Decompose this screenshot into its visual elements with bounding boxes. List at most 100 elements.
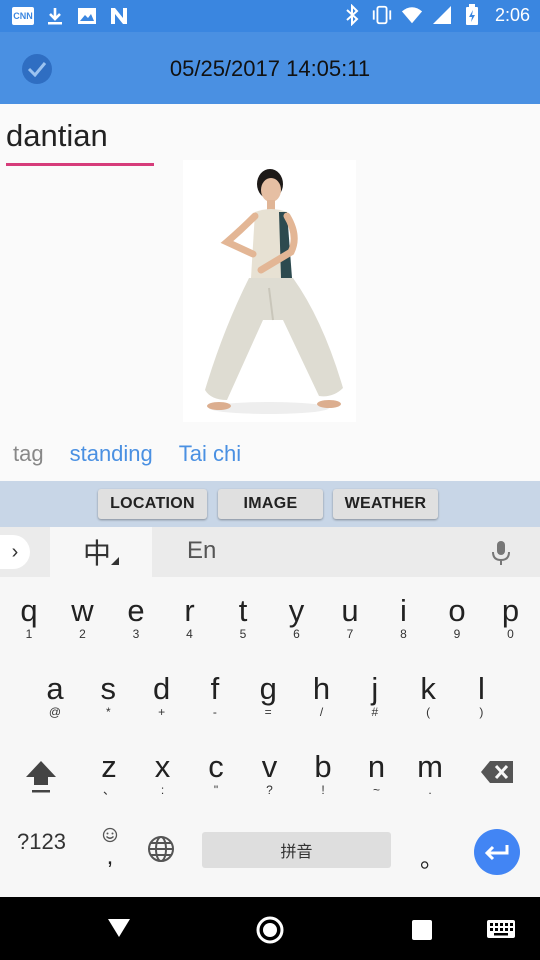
title-underline [6,163,154,166]
key-e[interactable]: e3 [110,595,162,642]
key-letter: m [417,749,443,784]
status-bar: CNN 2:06 [0,0,540,32]
microphone-icon[interactable] [490,539,512,572]
key-f[interactable]: f- [189,673,241,720]
action-bar: LOCATION IMAGE WEATHER [0,481,540,527]
key-r[interactable]: r4 [164,593,216,642]
key-p[interactable]: p0 [485,593,537,642]
key-b[interactable]: b! [297,749,349,798]
key-letter: r [184,593,195,628]
key-d[interactable]: d + [136,673,188,720]
key-q[interactable]: q1 [3,593,55,642]
key-secondary: ! [321,783,325,797]
key-secondary: 9 [453,627,461,641]
key-letter: g [259,671,277,706]
symbols-key[interactable]: ?123 [17,829,66,855]
keyboard-switch-icon[interactable] [486,919,516,944]
key-secondary: 6 [293,627,300,641]
tag-tai-chi[interactable]: Tai chi [179,441,241,467]
bluetooth-icon [341,4,363,26]
tag-standing[interactable]: standing [70,441,153,467]
key-z[interactable]: z、 [83,749,135,798]
space-key[interactable]: 拼音 [202,832,391,868]
english-mode-key[interactable]: En [187,537,216,565]
n-app-icon [108,5,130,27]
key-letter: y [288,593,305,628]
location-button[interactable]: LOCATION [98,489,207,519]
key-h[interactable]: h / [296,671,348,720]
key-letter: l [477,671,485,706]
key-g[interactable]: g = [242,671,294,720]
key-letter: a [46,671,64,706]
key-letter: u [341,593,359,628]
battery-charging-icon [461,4,483,26]
chinese-mode-key[interactable]: 中 [50,527,152,577]
signal-icon [431,4,453,26]
key-secondary: * [105,705,111,719]
key-l[interactable]: l) [455,671,507,720]
key-secondary: - [212,705,217,719]
key-w[interactable]: w2 [57,593,109,642]
key-secondary: 4 [186,627,193,641]
key-i[interactable]: i8 [378,593,430,642]
key-secondary: 1 [25,627,33,641]
key-secondary: 、 [102,783,115,797]
key-y[interactable]: y6 [271,593,323,642]
image-icon [76,5,98,27]
corner-triangle-icon [111,557,119,565]
key-secondary: 8 [400,627,407,641]
key-letter: z [101,749,117,784]
key-letter: v [261,749,278,784]
key-secondary: ~ [372,783,380,797]
key-c[interactable]: c " [190,749,242,798]
key-secondary: + [158,705,166,719]
title-field[interactable]: dantian [6,118,154,166]
expand-toolbar-icon[interactable]: › [0,535,30,569]
key-v[interactable]: v? [244,749,296,798]
key-j[interactable]: j # [349,671,401,720]
image-button[interactable]: IMAGE [218,489,323,519]
key-k[interactable]: k( [402,673,454,720]
home-nav-icon[interactable] [255,915,285,950]
key-s[interactable]: s * [82,673,134,720]
key-secondary: 7 [346,627,354,641]
key-u[interactable]: u7 [324,593,376,642]
key-secondary: 0 [507,627,514,641]
period-key[interactable]: 。 [420,839,444,874]
enter-key[interactable] [474,829,520,875]
key-letter: o [448,593,466,628]
key-secondary: " [213,783,219,797]
download-icon [44,5,66,27]
title-input[interactable]: dantian [6,118,154,154]
navigation-bar [0,897,540,960]
key-m[interactable]: m. [404,749,456,798]
key-letter: q [20,593,38,628]
key-x[interactable]: x: [137,751,189,798]
key-letter: i [400,593,407,628]
key-secondary: ( [426,705,431,719]
clock: 2:06 [494,4,530,25]
key-letter: h [312,671,331,706]
key-secondary: 3 [132,627,140,641]
key-n[interactable]: n ~ [351,751,403,798]
key-letter: c [208,749,224,784]
back-nav-icon[interactable] [107,917,131,944]
backspace-key[interactable] [480,760,514,789]
recents-nav-icon[interactable] [411,919,433,946]
key-letter: p [501,593,520,628]
attached-photo[interactable] [183,160,356,422]
chinese-mode-label: 中 [82,538,111,569]
page-title: 05/25/2017 14:05:11 [169,56,371,81]
key-letter: w [71,593,94,628]
key-secondary: ? [266,783,273,797]
enter-icon [484,845,509,861]
weather-button[interactable]: WEATHER [333,489,438,519]
key-a[interactable]: a @ [29,671,81,720]
key-t[interactable]: t5 [217,595,269,642]
key-letter: b [314,749,332,784]
key-o[interactable]: o9 [431,593,483,642]
globe-icon[interactable] [147,835,175,868]
shift-key[interactable] [24,759,58,800]
comma-key[interactable]: , [100,827,120,869]
key-letter: j [371,671,379,706]
